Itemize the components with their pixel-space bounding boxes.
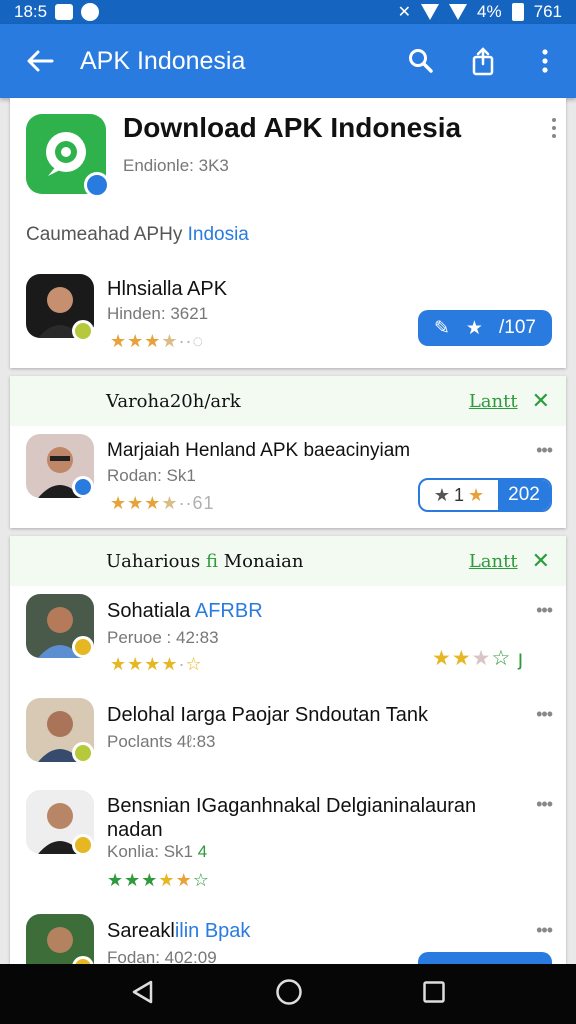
more-options-icon[interactable] — [552, 118, 556, 138]
hero-app-title: Download APK Indonesia — [123, 112, 462, 143]
more-horizontal-icon[interactable]: ••• — [536, 600, 553, 621]
close-icon[interactable]: ✕ — [532, 548, 550, 574]
list-item-subtitle: Peruoe : 42:83 — [107, 628, 219, 647]
star-icon: ★ — [433, 484, 450, 505]
section-title-suffix: Monaian — [223, 550, 304, 572]
list-item-title-line1: Bensnian IGaganhnakal Delgianinalauran — [107, 795, 477, 817]
avatar-badge-icon — [72, 834, 94, 856]
avatar-badge-icon — [72, 320, 94, 342]
list-item-subtitle: Fodan: 402:09 — [107, 948, 217, 964]
list-item-title-accent: AFRBR — [194, 600, 263, 622]
section-link[interactable]: Lantt — [469, 551, 518, 572]
rating-stars: ★★★★··61 — [110, 493, 215, 513]
hero-card: Download APK Indonesia Endionle: 3K3 Cau… — [10, 98, 566, 368]
list-item-title-prefix: Sohatiala — [107, 600, 191, 622]
home-circle-icon[interactable] — [275, 978, 303, 1011]
hero-caption-link[interactable]: Indosia — [188, 224, 249, 245]
signal-icon — [449, 4, 468, 20]
list-item-subtitle-text: Konlia: Sk1 — [107, 842, 193, 861]
list-item-title[interactable]: Bensnian IGaganhnakal Delgianinalauran n… — [107, 794, 476, 842]
list-item-title-line2: nadan — [107, 819, 163, 841]
section-link[interactable]: Lantt — [469, 391, 518, 412]
notification-badge-icon — [81, 3, 100, 21]
battery-percent: 4% — [477, 2, 502, 21]
section-title-prefix: Uaharious — [106, 550, 201, 572]
back-triangle-icon[interactable] — [130, 979, 156, 1010]
trailing-mark: ȷ — [518, 647, 524, 670]
list-item-title[interactable]: Delohal Iarga Paojar Sndoutan Tank — [107, 704, 428, 727]
more-horizontal-icon[interactable]: ••• — [536, 704, 553, 725]
rating-stars: ★★★★·☆ — [110, 654, 203, 674]
star-icon: ★ — [468, 484, 485, 505]
avatar-badge-icon — [72, 476, 94, 498]
wifi-icon — [421, 4, 440, 20]
status-right-text: 761 — [533, 2, 562, 21]
mute-icon: ✕ — [397, 4, 412, 21]
rating-button[interactable]: ★ 1 ★ 202 — [418, 478, 552, 512]
section-header: Uaharious fi Monaian Lantt ✕ — [10, 536, 566, 586]
list-item-subtitle: Rodan: Sk1 — [107, 466, 196, 485]
action-button[interactable] — [418, 952, 552, 964]
search-icon[interactable] — [390, 24, 452, 98]
battery-icon — [511, 3, 524, 21]
list-item-title-accent: ilin Bpak — [174, 920, 251, 942]
list-item-title[interactable]: Marjaiah Henland APK baeacinyiam — [107, 440, 410, 462]
status-bar: 18:5 ✕ 4% 761 — [0, 0, 576, 24]
more-horizontal-icon[interactable]: ••• — [536, 440, 553, 461]
list-item-subtitle: Hinden: 3621 — [107, 304, 209, 323]
thumb-up-icon: ✎ — [434, 317, 450, 339]
avatar-badge-icon — [72, 742, 94, 764]
avatar-badge-icon — [72, 636, 94, 658]
hero-caption: Caumeahad APHy Indosia — [26, 224, 249, 246]
section-header: Varoha20h/ark Lantt ✕ — [10, 376, 566, 426]
rating-count: 202 — [498, 480, 550, 510]
star-icon: ★ — [465, 317, 483, 339]
rating-left-value: 1 — [453, 484, 464, 505]
share-icon[interactable] — [452, 24, 514, 98]
rating-stars: ★★★★★☆ — [107, 870, 210, 890]
section-card-2: Uaharious fi Monaian Lantt ✕ Sohatiala A… — [10, 536, 566, 964]
list-item-title[interactable]: Sohatiala AFRBR — [107, 600, 263, 623]
navigation-bar — [0, 964, 576, 1024]
list-item-subtitle-accent: 4 — [197, 842, 208, 861]
list-item-title-prefix: Sareakl — [107, 920, 175, 942]
notification-icon — [55, 4, 74, 20]
more-vertical-icon[interactable] — [514, 24, 576, 98]
more-horizontal-icon[interactable]: ••• — [536, 920, 553, 941]
section-card-1: Varoha20h/ark Lantt ✕ Marjaiah Henland A… — [10, 376, 566, 528]
app-logo-icon[interactable] — [26, 114, 110, 198]
trailing-rating: ★★★☆ ȷ — [432, 647, 524, 670]
back-arrow-icon[interactable] — [0, 24, 80, 98]
close-icon[interactable]: ✕ — [532, 388, 550, 414]
list-item-subtitle: Konlia: Sk1 4 — [107, 842, 207, 862]
recents-square-icon[interactable] — [422, 980, 446, 1009]
status-time: 18:5 — [14, 2, 48, 21]
page-title: APK Indonesia — [80, 46, 246, 75]
list-item-title[interactable]: Sareaklilin Bpak — [107, 920, 250, 943]
app-bar: APK Indonesia — [0, 24, 576, 98]
list-item-subtitle: Poclants 4ℓ:83 — [107, 732, 216, 751]
rating-count: /107 — [498, 317, 536, 338]
section-title: Uaharious fi Monaian — [106, 551, 303, 572]
hero-app-subtitle: Endionle: 3K3 — [123, 156, 229, 175]
rating-stars: ★★★★··◌ — [110, 331, 205, 351]
section-title-accent: fi — [206, 550, 219, 572]
list-item-title[interactable]: Hlnsialla APK — [107, 278, 227, 301]
hero-caption-text: Caumeahad APHy — [26, 224, 183, 245]
section-title: Varoha20h/ark — [106, 390, 241, 412]
more-horizontal-icon[interactable]: ••• — [536, 794, 553, 815]
verified-badge-icon — [84, 172, 110, 198]
rating-button[interactable]: ✎ ★ /107 — [418, 310, 552, 346]
